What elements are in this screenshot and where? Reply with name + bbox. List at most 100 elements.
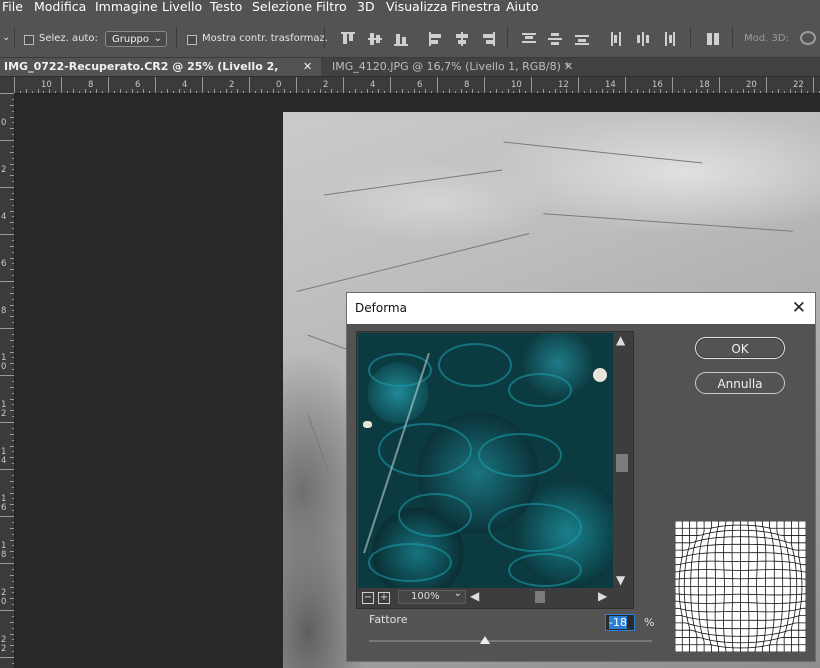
tab-img-4120[interactable]: IMG_4120.JPG @ 16,7% (Livello 1, RGB/8) … [328,58,588,76]
mode-3d-label: Mod. 3D: [744,33,789,44]
chevron-down-icon: ⌄ [453,588,462,599]
scroll-right-arrow-icon[interactable]: ▶ [598,589,607,603]
auto-select-dropdown[interactable]: Gruppo ⌄ [105,31,167,47]
menu-filtro[interactable]: Filtro [316,0,347,14]
dialog-title: Deforma [355,301,407,315]
factor-input[interactable]: -18 [605,614,635,631]
distribute-right-edges-icon[interactable] [662,32,676,46]
scroll-up-arrow-icon[interactable]: ▲ [616,333,625,347]
separator [176,27,177,49]
align-horizontal-centers-icon[interactable] [455,32,469,46]
filter-preview: ▲ ▼ − + 100% ⌄ ◀ ▶ [356,331,634,609]
distribute-vertical-centers-icon[interactable] [548,32,562,46]
show-transform-label: Mostra contr. trasformaz. [202,33,328,44]
vertical-ruler[interactable]: 0 2 4 6 8 1 0 1 2 1 4 1 6 1 8 2 0 2 2 [0,93,15,668]
ruler-tick-label: 0 [1,118,7,128]
separator [324,27,325,49]
ruler-tick-label: 2 0 [1,588,7,607]
separator [690,27,691,49]
pinch-grid-icon [674,520,807,653]
menu-file[interactable]: File [2,0,23,14]
ruler-tick-label: 1 4 [1,447,7,466]
ruler-tick-label: 2 [1,165,7,175]
auto-select-checkbox[interactable] [24,35,34,45]
menu-3d[interactable]: 3D [357,0,375,14]
distribute-bottom-edges-icon[interactable] [575,32,589,46]
factor-label: Fattore [369,613,408,626]
ruler-tick-label: 4 [182,80,188,90]
zoom-in-icon[interactable]: + [378,592,390,604]
ruler-tick-label: 0 [276,80,282,90]
horizontal-ruler[interactable]: 10 8 6 4 2 0 2 4 6 8 10 12 14 16 18 20 22 [14,77,820,94]
ruler-tick-label: 2 [323,80,329,90]
ruler-tick-label: 2 [229,80,235,90]
distribute-left-edges-icon[interactable] [610,32,624,46]
scroll-left-arrow-icon[interactable]: ◀ [470,589,479,603]
ruler-tick-label: 6 [417,80,423,90]
menu-livello[interactable]: Livello [162,0,202,14]
ruler-tick-label: 1 2 [1,400,7,419]
options-bar: ⌄ Selez. auto: Gruppo ⌄ Mostra contr. tr… [0,20,820,58]
align-top-edges-icon[interactable] [341,32,355,46]
separator [14,27,15,49]
distortion-grid-preview [674,520,807,653]
align-left-edges-icon[interactable] [429,32,443,46]
ruler-tick-label: 4 [1,212,7,222]
pinch-dialog: Deforma ✕ ▲ ▼ − + 100% ⌄ ◀ ▶ OK Annulla … [346,292,816,662]
ruler-tick-label: 6 [1,259,7,269]
ruler-corner[interactable] [0,77,14,93]
horizontal-scroll-thumb[interactable] [535,591,545,603]
distribute-top-edges-icon[interactable] [522,32,536,46]
zoom-level: 100% [411,591,440,602]
ruler-tick-label: 1 0 [1,353,7,372]
tab-img-0722[interactable]: IMG_0722-Recuperato.CR2 @ 25% (Livello 2… [0,58,321,91]
ruler-tick-label: 1 8 [1,541,7,560]
auto-align-layers-icon[interactable] [706,32,720,46]
zoom-out-icon[interactable]: − [362,592,374,604]
separator [507,27,508,49]
ruler-tick-label: 1 6 [1,494,7,513]
menu-aiuto[interactable]: Aiuto [506,0,539,14]
separator [732,27,733,49]
preview-image[interactable] [358,333,613,588]
tool-preset-chevron-icon[interactable]: ⌄ [2,32,10,43]
ruler-tick-label: 8 [464,80,470,90]
preview-controls-row: − + 100% ⌄ ◀ ▶ [358,588,630,605]
close-icon[interactable]: ✕ [792,298,806,318]
close-icon[interactable]: ✕ [303,58,312,76]
vertical-scroll-thumb[interactable] [616,454,628,472]
ruler-tick-label: 2 2 [1,635,7,654]
close-icon[interactable]: ✕ [564,58,573,76]
menu-visualizza[interactable]: Visualizza [386,0,448,14]
menu-testo[interactable]: Testo [210,0,242,14]
align-vertical-centers-icon[interactable] [368,32,382,46]
auto-select-value: Gruppo [112,34,150,45]
align-right-edges-icon[interactable] [481,32,495,46]
menu-bar: File Modifica Immagine Livello Testo Sel… [0,0,820,20]
menu-selezione[interactable]: Selezione [252,0,312,14]
ruler-tick-label: 8 [1,306,7,316]
factor-slider-track[interactable] [369,640,652,642]
document-tab-bar: IMG_0722-Recuperato.CR2 @ 25% (Livello 2… [0,58,820,91]
tab-label: IMG_4120.JPG @ 16,7% (Livello 1, RGB/8) … [332,60,570,73]
distribute-horizontal-centers-icon[interactable] [636,32,650,46]
factor-value: -18 [609,616,627,629]
zoom-dropdown[interactable]: 100% ⌄ [398,588,466,604]
ok-button[interactable]: OK [695,337,785,359]
align-bottom-edges-icon[interactable] [394,32,408,46]
factor-slider-thumb[interactable] [480,636,491,644]
preview-vertical-scrollbar[interactable]: ▲ ▼ [614,333,630,588]
orbit-3d-icon[interactable] [800,31,816,45]
menu-finestra[interactable]: Finestra [451,0,501,14]
dropdown-chevron-icon: ⌄ [153,33,162,44]
scroll-down-arrow-icon[interactable]: ▼ [616,573,625,587]
auto-select-label: Selez. auto: [39,33,98,44]
factor-unit: % [644,616,655,629]
show-transform-checkbox[interactable] [187,35,197,45]
ruler-tick-label: 8 [88,80,94,90]
dialog-title-bar: Deforma ✕ [347,293,815,324]
cancel-button[interactable]: Annulla [695,372,785,394]
menu-immagine[interactable]: Immagine [95,0,158,14]
ruler-tick-label: 4 [370,80,376,90]
menu-modifica[interactable]: Modifica [34,0,86,14]
